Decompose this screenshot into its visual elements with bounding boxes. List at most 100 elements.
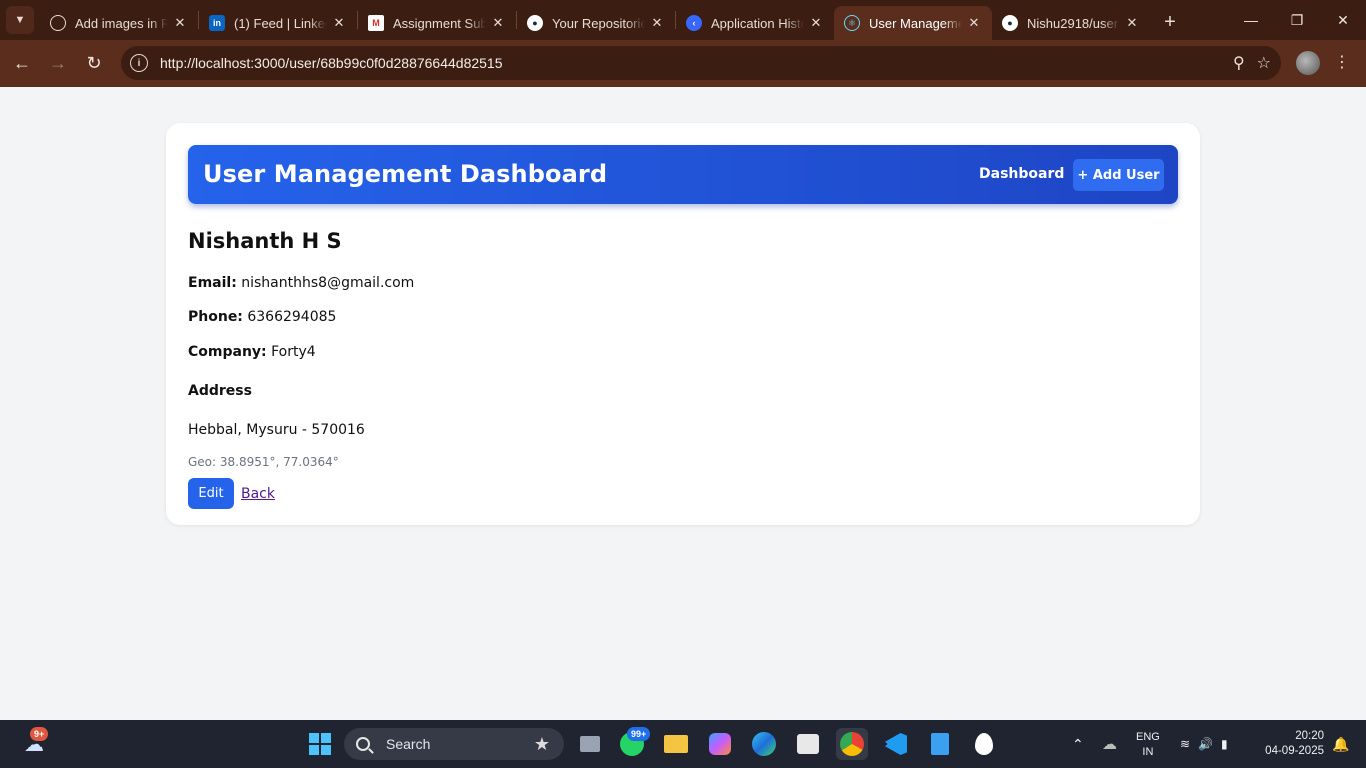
- close-icon[interactable]: ✕: [966, 15, 982, 31]
- company-row: Company: Forty4: [188, 344, 316, 360]
- windows-logo-icon: [309, 733, 331, 755]
- address-value: Hebbal, Mysuru - 570016: [188, 422, 365, 438]
- tab-title: Assignment Subm: [393, 15, 486, 31]
- nav-dashboard-link[interactable]: Dashboard: [979, 166, 1064, 182]
- tab-search-button[interactable]: ▼: [6, 6, 34, 34]
- bell-icon: 🔔: [1332, 735, 1350, 752]
- tab-title: Application Histo: [711, 15, 804, 31]
- task-view-icon[interactable]: [574, 728, 606, 760]
- tab-title: Your Repositories: [552, 15, 645, 31]
- app-history-icon: ‹: [686, 15, 702, 31]
- browser-toolbar: ← → ↻ i http://localhost:3000/user/68b99…: [0, 40, 1366, 87]
- file-explorer-icon[interactable]: [660, 728, 692, 760]
- edge-logo: [752, 732, 776, 756]
- vscode-logo: [885, 733, 907, 755]
- browser-tab[interactable]: ● Your Repositories ✕: [517, 6, 675, 40]
- notepad-icon[interactable]: [924, 728, 956, 760]
- tab-title: Add images in R: [75, 15, 168, 31]
- app-header: User Management Dashboard Dashboard + Ad…: [188, 145, 1178, 204]
- tab-strip: Add images in R ✕ in (1) Feed | LinkedIn…: [40, 0, 1184, 40]
- email-row: Email: nishanthhs8@gmail.com: [188, 275, 414, 291]
- chrome-logo: [840, 732, 864, 756]
- region-code: IN: [1142, 746, 1154, 758]
- system-tray-icons[interactable]: ≋ 🔊 ▮: [1180, 720, 1228, 768]
- email-value: nishanthhs8@gmail.com: [241, 275, 415, 291]
- store-logo: [797, 734, 819, 754]
- windows-taskbar: ☁ 9+ Search ★ 99+ ⌃ ☁ ENG IN ≋ 🔊 ▮ 20:20…: [0, 720, 1366, 768]
- language-indicator[interactable]: ENG IN: [1136, 730, 1160, 760]
- browser-tab[interactable]: in (1) Feed | LinkedIn ✕: [199, 6, 357, 40]
- browser-tab[interactable]: M Assignment Subm ✕: [358, 6, 516, 40]
- edge-icon[interactable]: [748, 728, 780, 760]
- close-icon[interactable]: ✕: [1124, 15, 1140, 31]
- app-title: User Management Dashboard: [203, 160, 608, 188]
- restore-button[interactable]: ❐: [1274, 0, 1320, 40]
- tray-overflow-chevron[interactable]: ⌃: [1072, 720, 1084, 768]
- copilot-logo: [709, 733, 731, 755]
- chrome-taskbar-icon[interactable]: [836, 728, 868, 760]
- tab-title: User Manageme: [869, 15, 962, 31]
- forward-arrow-icon[interactable]: →: [40, 46, 76, 82]
- kebab-menu-icon[interactable]: ⋮: [1334, 50, 1350, 76]
- browser-tab[interactable]: ● Nishu2918/user ✕: [992, 6, 1150, 40]
- tab-title: Nishu2918/user: [1027, 15, 1119, 31]
- cloud-off-icon: ☁: [1102, 736, 1117, 753]
- language-code: ENG: [1136, 731, 1160, 743]
- chevron-down-icon: ▼: [14, 14, 26, 26]
- gmail-icon: M: [368, 15, 384, 31]
- zoom-icon[interactable]: ⚲: [1233, 53, 1245, 73]
- close-icon[interactable]: ✕: [172, 15, 188, 31]
- profile-avatar[interactable]: [1296, 51, 1320, 75]
- browser-tab[interactable]: ‹ Application Histo ✕: [676, 6, 834, 40]
- clock-date: 04-09-2025: [1265, 745, 1324, 757]
- taskbar-search-box[interactable]: Search ★: [344, 728, 564, 760]
- omnibox-actions: ⚲ ☆: [1233, 46, 1271, 80]
- close-icon[interactable]: ✕: [331, 15, 347, 31]
- github-icon: ●: [527, 15, 543, 31]
- close-icon[interactable]: ✕: [490, 15, 506, 31]
- clock-time: 20:20: [1295, 730, 1324, 742]
- notepad-logo: [931, 733, 949, 755]
- minimize-button[interactable]: —: [1228, 0, 1274, 40]
- window-controls: — ❐ ✕: [1228, 0, 1366, 40]
- mongodb-leaf-logo: [975, 733, 993, 755]
- react-icon: ⚛: [844, 15, 860, 31]
- folder-shape: [664, 735, 688, 753]
- taskbar-clock[interactable]: 20:20 04-09-2025: [1258, 729, 1324, 759]
- url-text[interactable]: http://localhost:3000/user/68b99c0f0d288…: [160, 55, 503, 71]
- start-windows-icon[interactable]: [304, 728, 336, 760]
- microsoft-store-icon[interactable]: [792, 728, 824, 760]
- site-info-icon[interactable]: i: [130, 54, 148, 72]
- bookmark-star-icon[interactable]: ☆: [1257, 53, 1271, 73]
- user-name-heading: Nishanth H S: [188, 229, 342, 253]
- reload-icon[interactable]: ↻: [76, 46, 112, 82]
- address-heading: Address: [188, 383, 252, 399]
- address-bar[interactable]: i http://localhost:3000/user/68b99c0f0d2…: [121, 46, 1281, 80]
- company-label: Company:: [188, 344, 267, 360]
- copilot-icon[interactable]: [704, 728, 736, 760]
- close-icon[interactable]: ✕: [808, 15, 824, 31]
- browser-tab-active[interactable]: ⚛ User Manageme ✕: [834, 6, 992, 40]
- close-icon[interactable]: ✕: [649, 15, 665, 31]
- onedrive-icon[interactable]: ☁: [1102, 720, 1117, 768]
- back-arrow-icon[interactable]: ←: [4, 46, 40, 82]
- github-icon: ●: [1002, 15, 1018, 31]
- add-user-button[interactable]: + Add User: [1073, 159, 1164, 191]
- email-label: Email:: [188, 275, 237, 291]
- phone-value: 6366294085: [247, 309, 337, 325]
- edit-button[interactable]: Edit: [188, 478, 234, 509]
- linkedin-icon: in: [209, 15, 225, 31]
- back-link[interactable]: Back: [241, 486, 275, 502]
- browser-tab[interactable]: Add images in R ✕: [40, 6, 198, 40]
- notifications-icon[interactable]: 🔔: [1332, 720, 1349, 768]
- window-close-button[interactable]: ✕: [1320, 0, 1366, 40]
- volume-icon: 🔊: [1198, 737, 1214, 751]
- mongodb-compass-icon[interactable]: [968, 728, 1000, 760]
- user-detail-card: User Management Dashboard Dashboard + Ad…: [166, 123, 1200, 525]
- new-tab-button[interactable]: +: [1156, 8, 1184, 36]
- openai-icon: [50, 15, 66, 31]
- vscode-icon[interactable]: [880, 728, 912, 760]
- wifi-icon: ≋: [1180, 737, 1191, 751]
- company-value: Forty4: [271, 344, 316, 360]
- task-view-shape: [580, 736, 600, 752]
